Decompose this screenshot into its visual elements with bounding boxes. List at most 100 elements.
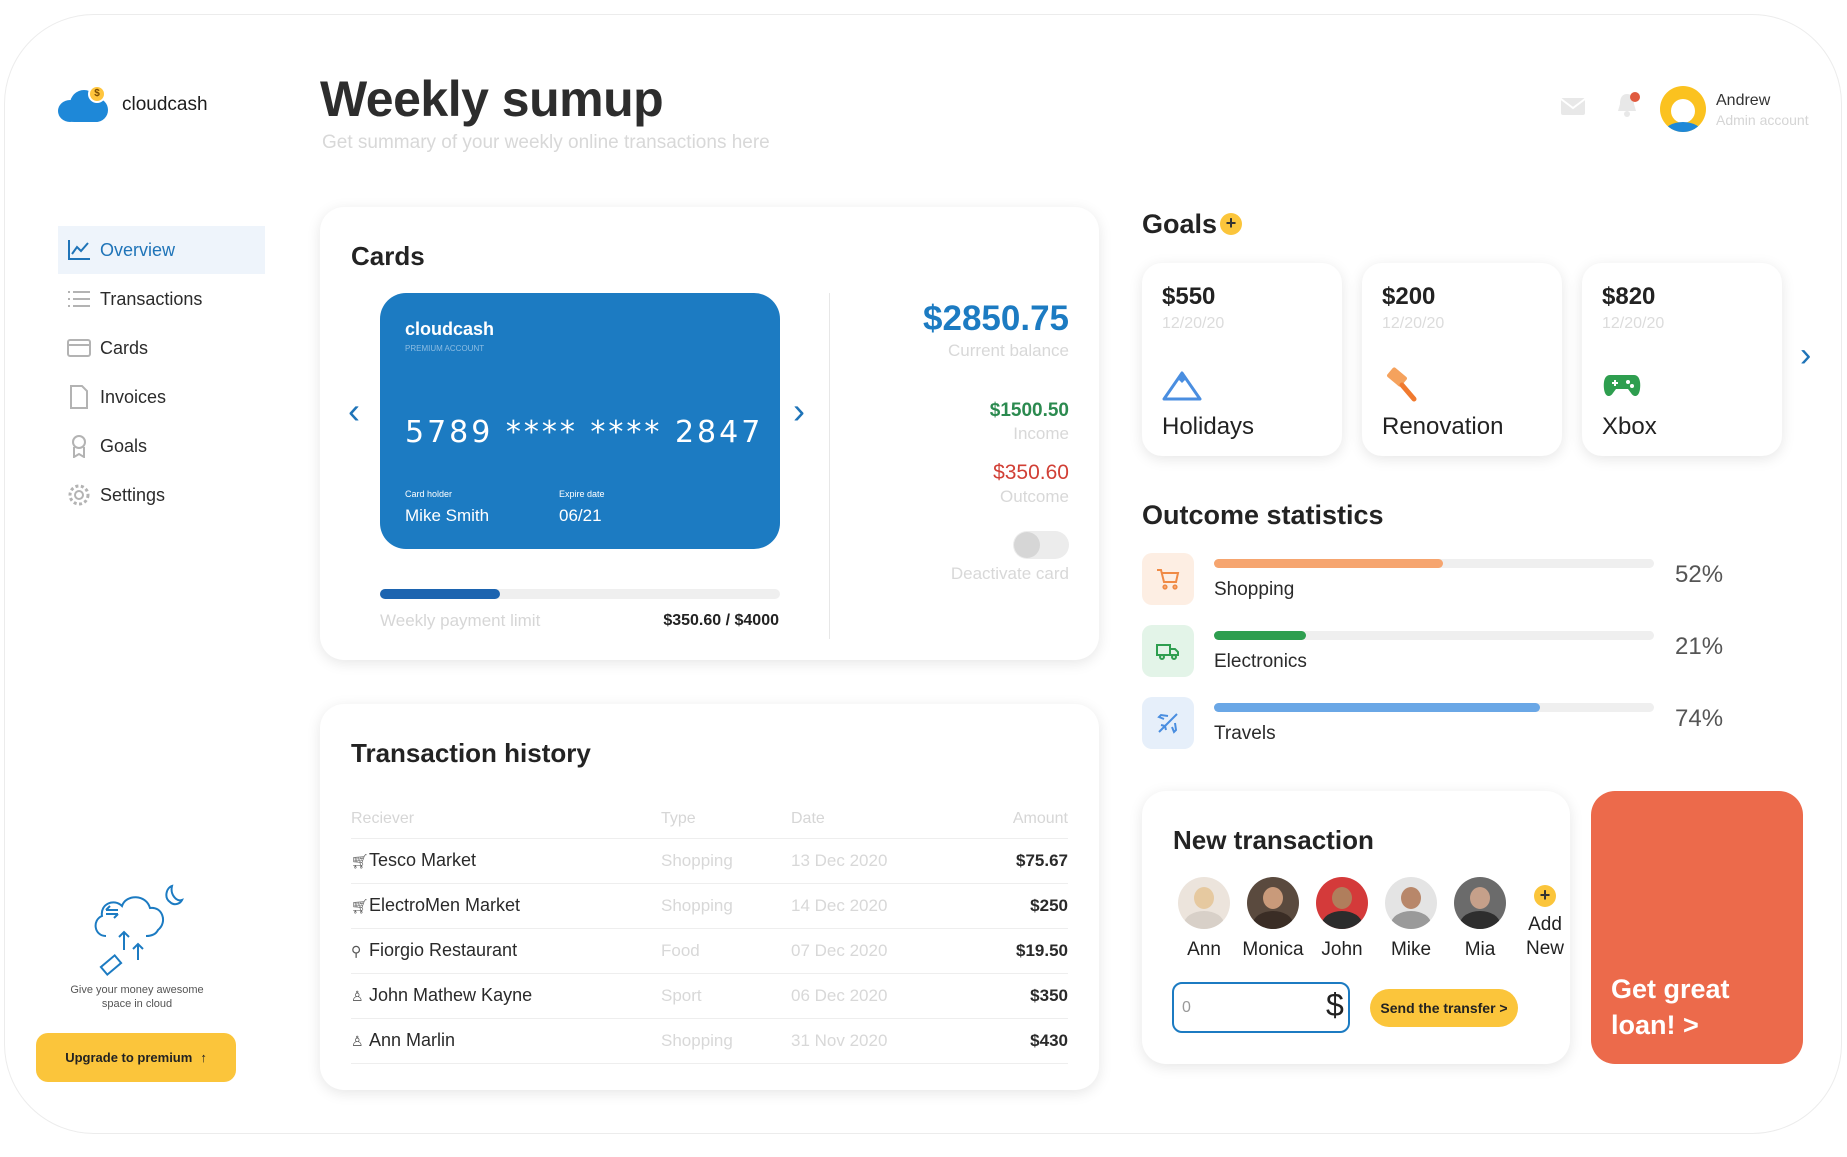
user-icon: ♙ xyxy=(351,1033,364,1049)
card-expire-date: 06/21 xyxy=(559,506,602,525)
truck-icon xyxy=(1142,625,1194,677)
sidebar-item-transactions[interactable]: Transactions xyxy=(58,275,265,323)
receiver-name: John Mathew Kayne xyxy=(369,985,533,1005)
chevron-right-icon[interactable]: › xyxy=(1800,338,1811,372)
goal-card[interactable]: $200 12/20/20 Renovation xyxy=(1362,263,1562,456)
plane-icon xyxy=(1142,697,1194,749)
mountain-icon xyxy=(1162,371,1202,401)
table-row[interactable]: ⚲ Fiorgio Restaurant Food 07 Dec 2020 $19… xyxy=(351,928,1068,974)
transaction-date: 14 Dec 2020 xyxy=(791,883,971,929)
column-header[interactable]: Amount xyxy=(971,800,1068,839)
sidebar-item-overview[interactable]: Overview xyxy=(58,226,265,274)
deactivate-toggle[interactable] xyxy=(1013,531,1069,559)
contact-john[interactable]: John xyxy=(1310,877,1374,961)
shopping-progress xyxy=(1214,559,1654,568)
dollar-icon: $ xyxy=(1326,987,1344,1023)
bank-card[interactable]: cloudcash PREMIUM ACCOUNT 5789 **** ****… xyxy=(380,293,780,549)
receiver-name: Ann Marlin xyxy=(369,1030,456,1050)
user-avatar[interactable] xyxy=(1660,86,1706,132)
column-header[interactable]: Date xyxy=(791,800,971,839)
outcome-amount: $350.60 xyxy=(993,461,1069,484)
sidebar-item-label: Invoices xyxy=(100,386,167,407)
transaction-type: Shopping xyxy=(661,838,791,884)
table-row[interactable]: ♙ Ann Marlin Shopping 31 Nov 2020 $430 xyxy=(351,1018,1068,1064)
cart-icon: 🛒︎ xyxy=(351,898,369,914)
transaction-date: 07 Dec 2020 xyxy=(791,928,971,974)
table-row[interactable]: ♙ John Mathew Kayne Sport 06 Dec 2020 $35… xyxy=(351,973,1068,1019)
gamepad-icon xyxy=(1603,375,1641,397)
column-header[interactable]: Reciever xyxy=(351,800,661,839)
income-label: Income xyxy=(1013,424,1069,443)
transaction-amount: $350 xyxy=(971,973,1068,1019)
goal-card[interactable]: $820 12/20/20 Xbox xyxy=(1582,263,1782,456)
sidebar-item-settings[interactable]: Settings xyxy=(58,471,265,519)
user-role: Admin account xyxy=(1716,112,1809,128)
sidebar-item-invoices[interactable]: Invoices xyxy=(58,373,265,421)
avatar xyxy=(1178,877,1230,929)
contact-mia[interactable]: Mia xyxy=(1448,877,1512,961)
sidebar-item-goals[interactable]: Goals xyxy=(58,422,265,470)
receiver-name: Tesco Market xyxy=(369,850,477,870)
brand-logo[interactable]: $ cloudcash xyxy=(58,85,208,122)
contact-monica[interactable]: Monica xyxy=(1241,877,1305,961)
transaction-type: Shopping xyxy=(661,883,791,929)
transaction-amount: $75.67 xyxy=(971,838,1068,884)
goal-amount: $820 xyxy=(1602,283,1656,310)
add-new-label: New xyxy=(1525,938,1564,959)
weekly-limit-progress xyxy=(380,589,780,599)
transaction-amount: $19.50 xyxy=(971,928,1068,974)
contacts-list: Ann Monica John Mike Mia + Add New xyxy=(1172,877,1573,961)
document-icon xyxy=(66,385,92,409)
list-icon xyxy=(66,287,92,311)
stat-name: Shopping xyxy=(1214,579,1295,600)
outcome-statistics-title: Outcome statistics xyxy=(1142,500,1384,530)
add-new-label: Add xyxy=(1528,914,1562,935)
new-transaction-title: New transaction xyxy=(1173,825,1374,855)
sidebar-item-label: Goals xyxy=(100,435,148,456)
contact-name: John xyxy=(1321,939,1363,960)
loan-banner[interactable]: Get great loan! > xyxy=(1591,791,1803,1064)
stat-name: Travels xyxy=(1214,723,1276,744)
outcome: $350.60 Outcome xyxy=(993,461,1069,507)
gear-icon xyxy=(66,483,92,507)
amount-input[interactable] xyxy=(1172,982,1350,1033)
transaction-date: 31 Nov 2020 xyxy=(791,1018,971,1064)
travels-progress xyxy=(1214,703,1654,712)
chevron-right-icon[interactable]: › xyxy=(793,393,805,429)
user-name[interactable]: Andrew xyxy=(1716,92,1770,110)
cards-title: Cards xyxy=(351,241,425,271)
contact-mike[interactable]: Mike xyxy=(1379,877,1443,961)
goal-name: Holidays xyxy=(1162,413,1255,440)
transaction-type: Shopping xyxy=(661,1018,791,1064)
receiver-name: ElectroMen Market xyxy=(369,895,521,915)
sidebar-item-label: Transactions xyxy=(100,288,203,309)
card-holder-label: Card holder xyxy=(405,489,453,499)
page-title: Weekly sumup xyxy=(320,71,664,127)
card-account-type: PREMIUM ACCOUNT xyxy=(405,344,485,353)
card-holder-name: Mike Smith xyxy=(405,506,490,525)
table-row[interactable]: 🛒︎Tesco Market Shopping 13 Dec 2020 $75.… xyxy=(351,838,1068,884)
income: $1500.50 Income xyxy=(990,400,1069,444)
deactivate-label: Deactivate card xyxy=(950,564,1069,583)
goal-card[interactable]: $550 12/20/20 Holidays xyxy=(1142,263,1342,456)
card-bank-name: cloudcash xyxy=(405,319,495,339)
mail-icon[interactable] xyxy=(1560,97,1586,116)
sidebar-item-label: Overview xyxy=(100,239,176,260)
new-transaction-panel: New transaction Ann Monica John Mike Mia… xyxy=(1142,791,1570,1064)
transaction-history-panel: Transaction history Reciever Type Date A… xyxy=(320,704,1099,1090)
add-goal-icon[interactable]: + xyxy=(1220,213,1242,235)
send-transfer-button[interactable]: Send the transfer > xyxy=(1370,989,1518,1027)
contact-name: Mia xyxy=(1464,939,1496,960)
column-header[interactable]: Type xyxy=(661,800,791,839)
avatar xyxy=(1316,877,1368,929)
upgrade-label: Upgrade to premium xyxy=(65,1050,193,1065)
chevron-left-icon[interactable]: ‹ xyxy=(348,393,360,429)
add-new-contact-button[interactable]: + Add New xyxy=(1517,877,1573,961)
paint-roller-icon xyxy=(1387,367,1417,402)
transaction-amount: $430 xyxy=(971,1018,1068,1064)
contact-ann[interactable]: Ann xyxy=(1172,877,1236,961)
upgrade-button[interactable]: Upgrade to premium ↑ xyxy=(36,1033,236,1082)
sidebar-item-label: Settings xyxy=(100,484,166,505)
sidebar-item-cards[interactable]: Cards xyxy=(58,324,265,372)
table-row[interactable]: 🛒︎ElectroMen Market Shopping 14 Dec 2020… xyxy=(351,883,1068,929)
